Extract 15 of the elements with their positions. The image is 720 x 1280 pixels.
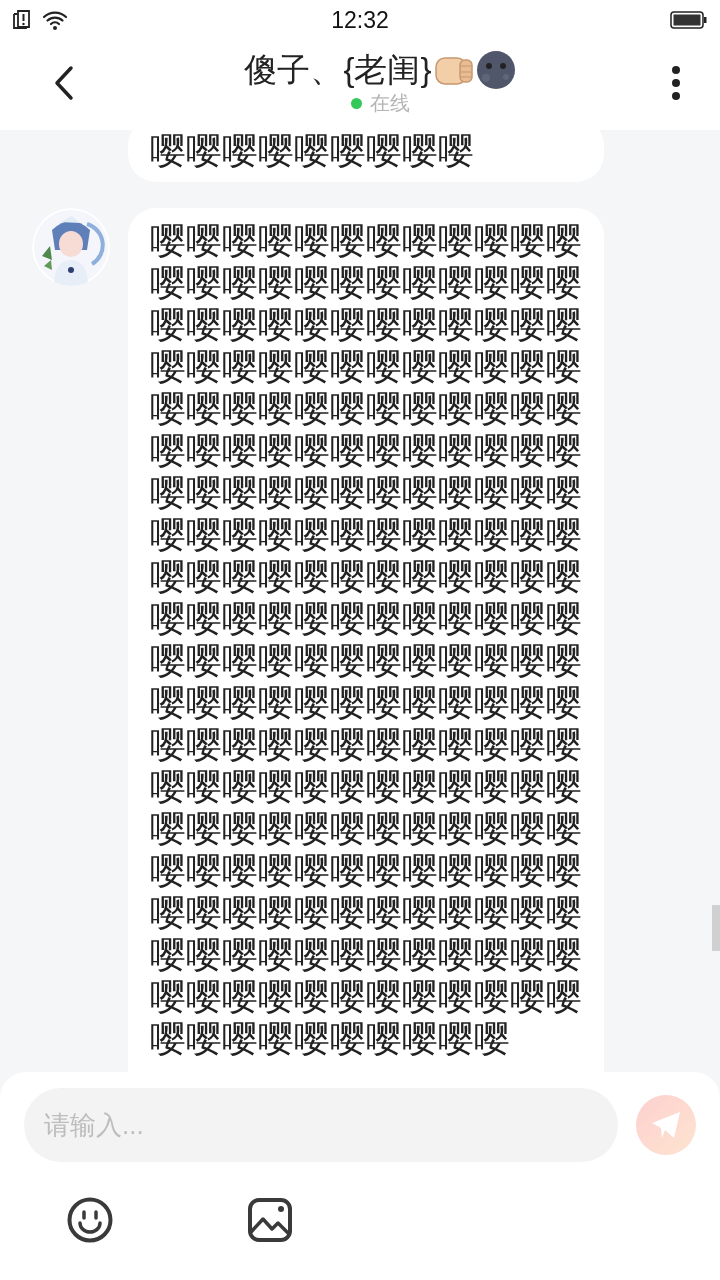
back-icon — [53, 65, 75, 101]
status-time: 12:32 — [331, 6, 389, 33]
moon-face-icon — [475, 50, 516, 90]
battery-icon — [670, 10, 708, 30]
image-icon — [248, 1198, 292, 1242]
send-icon — [650, 1110, 682, 1140]
chat-title: 傻子、{老闺} — [244, 50, 432, 90]
wifi-icon — [42, 9, 68, 31]
message-text: 嘤嘤嘤嘤嘤嘤嘤嘤嘤 — [150, 130, 475, 172]
scrollbar — [712, 905, 720, 951]
message-text: 嘤嘤嘤嘤嘤嘤嘤嘤嘤嘤嘤嘤嘤嘤嘤嘤嘤嘤嘤嘤嘤嘤嘤嘤嘤嘤嘤嘤嘤嘤嘤嘤嘤嘤嘤嘤嘤嘤嘤嘤嘤嘤嘤嘤嘤嘤嘤嘤嘤嘤嘤嘤嘤嘤嘤嘤嘤嘤嘤嘤嘤嘤嘤嘤嘤嘤嘤嘤嘤嘤嘤嘤嘤嘤嘤嘤嘤嘤嘤嘤嘤嘤嘤嘤嘤嘤嘤嘤嘤嘤嘤嘤嘤嘤嘤嘤嘤嘤嘤嘤嘤嘤嘤嘤嘤嘤嘤嘤嘤嘤嘤嘤嘤嘤嘤嘤嘤嘤嘤嘤嘤嘤嘤嘤嘤嘤嘤嘤嘤嘤嘤嘤嘤嘤嘤嘤嘤嘤嘤嘤嘤嘤嘤嘤嘤嘤嘤嘤嘤嘤嘤嘤嘤嘤嘤嘤嘤嘤嘤嘤嘤嘤嘤嘤嘤嘤嘤嘤嘤嘤嘤嘤嘤嘤嘤嘤嘤嘤嘤嘤嘤嘤嘤嘤嘤嘤嘤嘤嘤嘤嘤嘤嘤嘤嘤嘤嘤嘤嘤嘤嘤嘤嘤嘤嘤嘤嘤嘤嘤嘤嘤嘤嘤嘤嘤嘤嘤嘤嘤嘤嘤嘤嘤嘤嘤嘤嘤嘤嘤嘤嘤嘤嘤嘤嘤嘤嘤嘤 — [150, 220, 583, 1060]
more-icon — [671, 66, 681, 100]
sim-alert-icon — [12, 9, 32, 31]
smiley-icon — [67, 1197, 113, 1243]
online-status: 在线 — [369, 91, 410, 116]
